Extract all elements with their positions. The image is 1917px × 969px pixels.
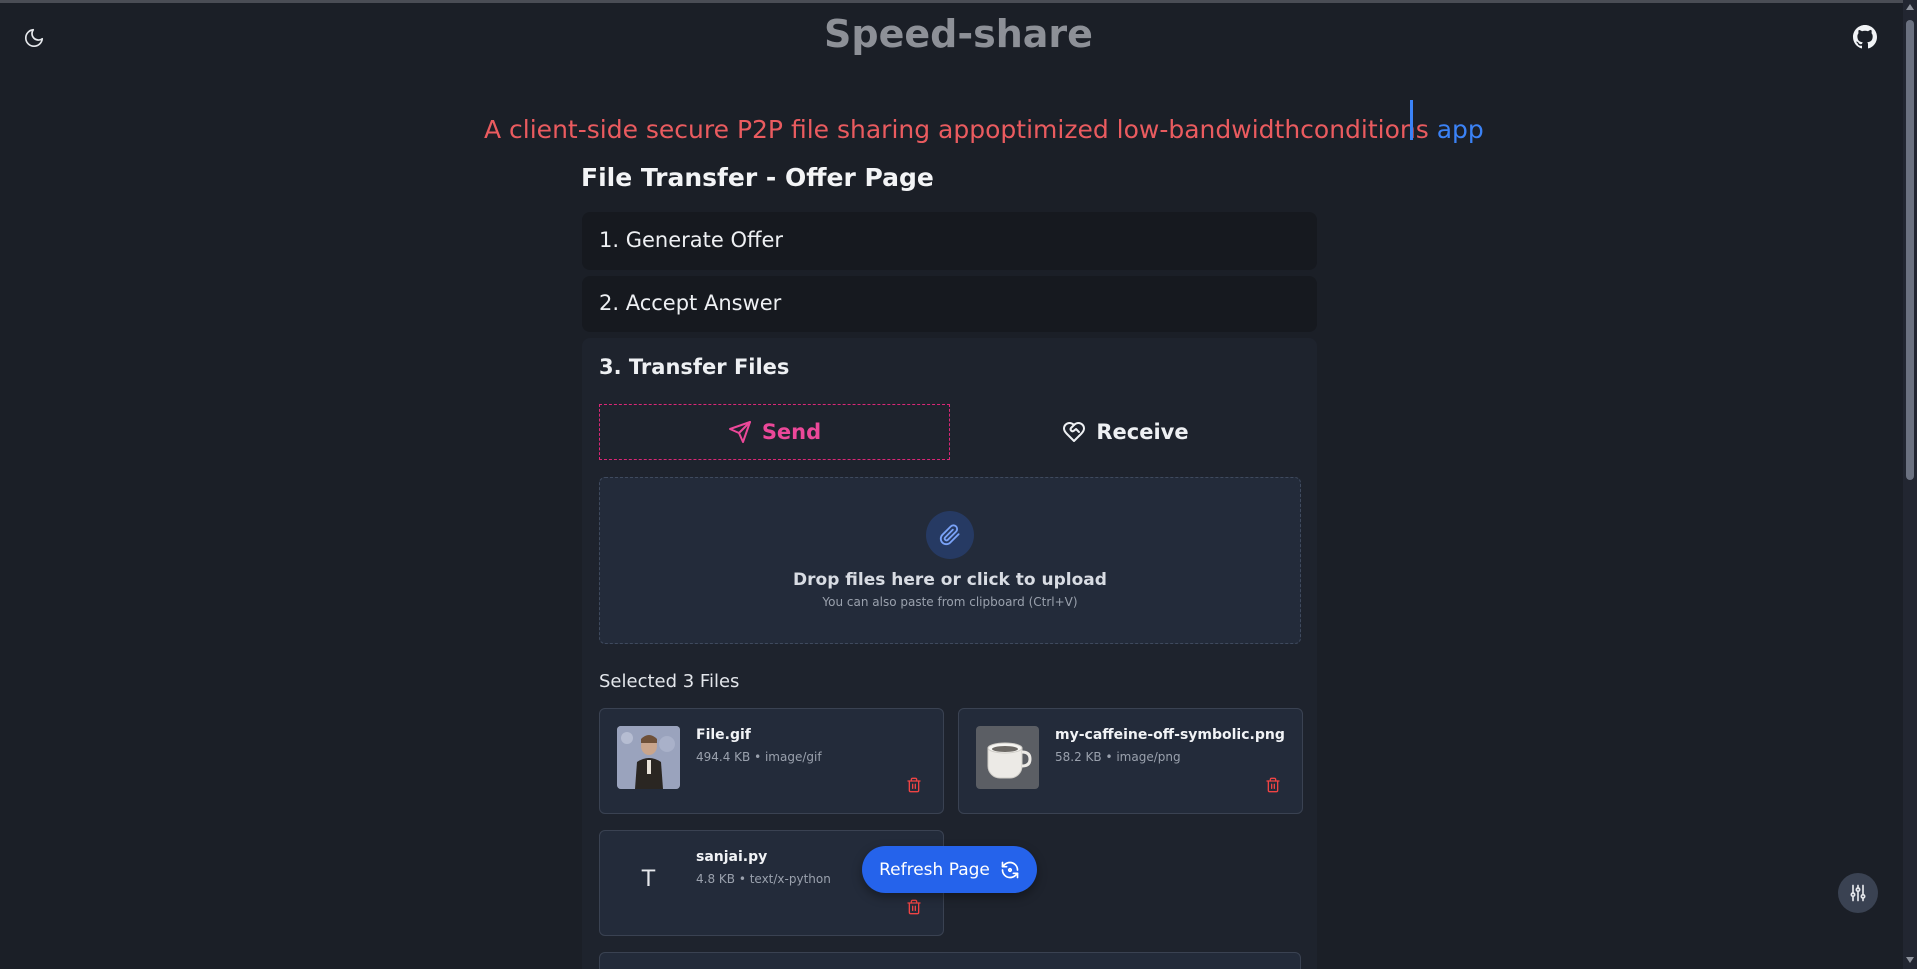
step-label: 1. Generate Offer: [599, 228, 784, 252]
tagline: A client-side secure P2P file sharing ap…: [484, 115, 1484, 144]
delete-file-button[interactable]: [905, 776, 923, 794]
file-meta: 494.4 KB • image/gif: [696, 750, 822, 764]
file-name: my-caffeine-off-symbolic.png: [1055, 727, 1285, 743]
app-title: Speed-share: [824, 12, 1093, 56]
file-meta: 4.8 KB • text/x-python: [696, 872, 831, 886]
selected-files-title: Selected 3 Files: [599, 671, 740, 692]
send-icon: [728, 421, 751, 443]
file-meta: 58.2 KB • image/png: [1055, 750, 1181, 764]
github-icon: [1853, 25, 1877, 49]
step-accept-answer[interactable]: 2. Accept Answer: [582, 276, 1317, 332]
dropzone-subtitle: You can also paste from clipboard (Ctrl+…: [822, 595, 1078, 609]
step-label: 2. Accept Answer: [599, 291, 782, 315]
send-label: Send: [761, 420, 822, 444]
scroll-up-arrow[interactable]: [1906, 4, 1914, 10]
file-name: File.gif: [696, 727, 751, 743]
refresh-label: Refresh Page: [879, 859, 990, 880]
transfer-panel: [599, 952, 1301, 969]
file-card: File.gif 494.4 KB • image/gif: [599, 708, 944, 814]
github-link[interactable]: [1850, 22, 1880, 52]
tab-send[interactable]: Send: [599, 404, 950, 460]
heart-handshake-icon: [1063, 422, 1086, 442]
refresh-icon: [1001, 861, 1019, 878]
delete-file-button[interactable]: [1264, 776, 1282, 794]
paperclip-icon: [939, 524, 960, 546]
sliders-icon: [1850, 884, 1866, 902]
step-generate-offer[interactable]: 1. Generate Offer: [582, 212, 1317, 270]
image-thumbnail: [617, 726, 680, 789]
page-title: File Transfer - Offer Page: [581, 163, 934, 192]
tagline-text: A client-side secure P2P file sharing ap…: [484, 115, 1429, 144]
scroll-down-arrow[interactable]: [1906, 957, 1914, 963]
paperclip-badge: [926, 511, 974, 559]
trash-icon: [907, 899, 921, 915]
dropzone-title: Drop files here or click to upload: [793, 570, 1107, 590]
file-dropzone[interactable]: Drop files here or click to upload You c…: [599, 477, 1301, 644]
settings-button[interactable]: [1838, 873, 1878, 913]
page-scrollbar[interactable]: [1903, 0, 1917, 969]
step-label[interactable]: 3. Transfer Files: [599, 355, 789, 379]
top-border: [0, 0, 1917, 3]
refresh-page-button[interactable]: Refresh Page: [862, 846, 1037, 893]
delete-file-button[interactable]: [905, 898, 923, 916]
file-name: sanjai.py: [696, 849, 768, 865]
trash-icon: [1266, 777, 1280, 793]
tagline-highlight: app: [1436, 115, 1484, 144]
file-card: my-caffeine-off-symbolic.png 58.2 KB • i…: [958, 708, 1303, 814]
trash-icon: [907, 777, 921, 793]
cup-icon: [976, 726, 1039, 789]
text-file-thumbnail: T: [641, 867, 656, 892]
typing-caret: [1410, 100, 1413, 140]
scroll-thumb[interactable]: [1906, 20, 1914, 480]
receive-label: Receive: [1096, 420, 1189, 444]
tab-receive[interactable]: Receive: [950, 404, 1301, 460]
